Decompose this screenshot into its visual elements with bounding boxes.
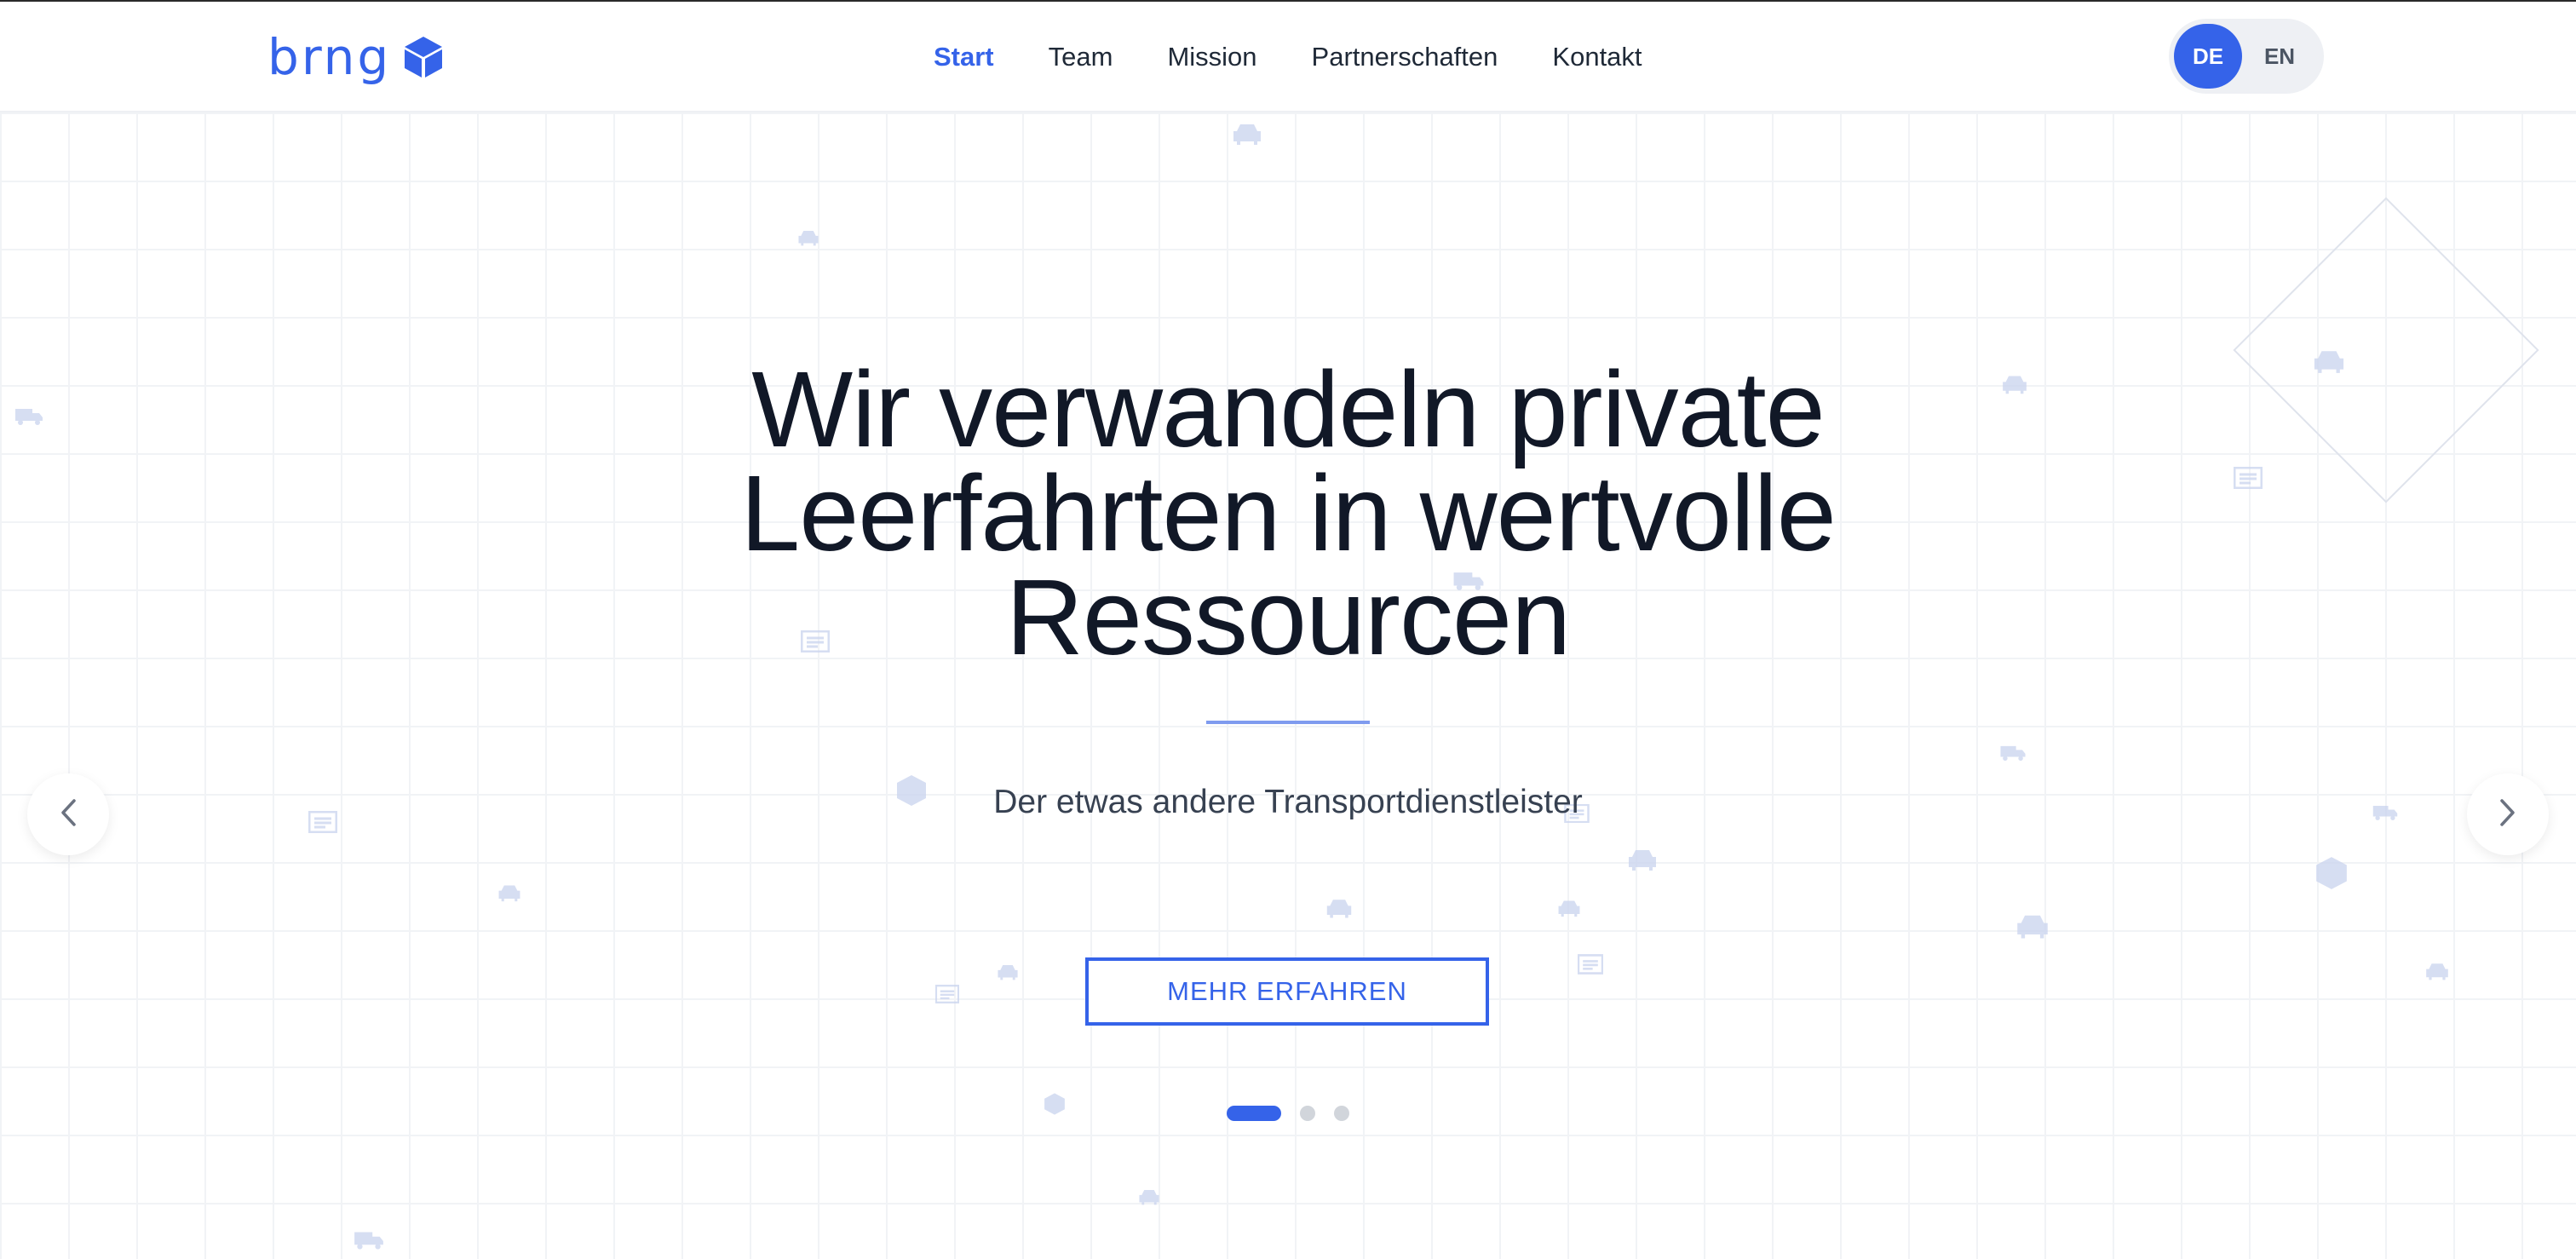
page: brng Start Team Mission Partnerschaften … — [0, 0, 2576, 1259]
main-nav: Start Team Mission Partnerschaften Konta… — [934, 36, 1642, 78]
navbar: brng Start Team Mission Partnerschaften … — [0, 2, 2576, 112]
nav-item-start[interactable]: Start — [934, 42, 994, 72]
carousel-next-button[interactable] — [2467, 773, 2549, 855]
document-icon — [935, 985, 959, 1003]
truck-icon — [1998, 744, 2027, 762]
carousel-dot-1[interactable] — [1227, 1106, 1281, 1121]
hero-headline: Wir verwandeln private Leerfahrten in we… — [692, 356, 1884, 671]
mehr-erfahren-button[interactable]: MEHR ERFAHREN — [1085, 957, 1489, 1026]
hero-subtitle: Der etwas andere Transportdienstleister — [993, 784, 1583, 820]
document-icon — [308, 811, 337, 833]
box-icon — [2314, 855, 2349, 891]
car-icon — [497, 882, 521, 903]
hero-section: Wir verwandeln private Leerfahrten in we… — [0, 112, 2576, 1259]
car-icon — [1325, 891, 1353, 925]
carousel-prev-button[interactable] — [27, 773, 109, 855]
decorative-diamond — [2233, 197, 2539, 503]
car-icon — [1998, 373, 2031, 395]
car-icon — [1627, 847, 1658, 872]
car-icon — [1557, 898, 1581, 918]
nav-item-kontakt[interactable]: Kontakt — [1552, 42, 1642, 72]
brand-logo[interactable]: brng — [267, 27, 444, 87]
hero-headline-line-2: Leerfahrten in wertvolle — [740, 453, 1837, 573]
car-icon — [997, 963, 1019, 981]
document-icon — [2234, 467, 2263, 489]
language-option-en[interactable]: EN — [2245, 24, 2314, 89]
car-icon — [2015, 911, 2050, 940]
truck-icon — [14, 407, 44, 426]
truck-icon — [353, 1230, 385, 1250]
nav-item-mission[interactable]: Mission — [1167, 42, 1256, 72]
chevron-right-icon — [2498, 798, 2517, 831]
nav-item-team[interactable]: Team — [1049, 42, 1113, 72]
box-icon — [1043, 1092, 1067, 1116]
hero-headline-line-3: Ressourcen — [1005, 557, 1571, 677]
document-icon — [1578, 954, 1603, 974]
truck-icon — [2372, 804, 2399, 821]
brand-name: brng — [267, 28, 392, 86]
chevron-left-icon — [59, 798, 78, 831]
cube-icon — [403, 35, 444, 79]
hero-headline-line-1: Wir verwandeln private — [751, 349, 1825, 469]
hero-divider — [1206, 721, 1370, 724]
language-toggle: DE EN — [2169, 19, 2324, 94]
carousel-dot-2[interactable] — [1300, 1106, 1315, 1121]
car-icon — [2423, 961, 2452, 981]
car-icon — [797, 228, 819, 247]
car-icon — [1232, 121, 1262, 147]
car-icon — [1138, 1187, 1160, 1206]
carousel-dot-3[interactable] — [1334, 1106, 1349, 1121]
language-option-de[interactable]: DE — [2174, 24, 2242, 89]
nav-item-partnerschaften[interactable]: Partnerschaften — [1312, 42, 1498, 72]
